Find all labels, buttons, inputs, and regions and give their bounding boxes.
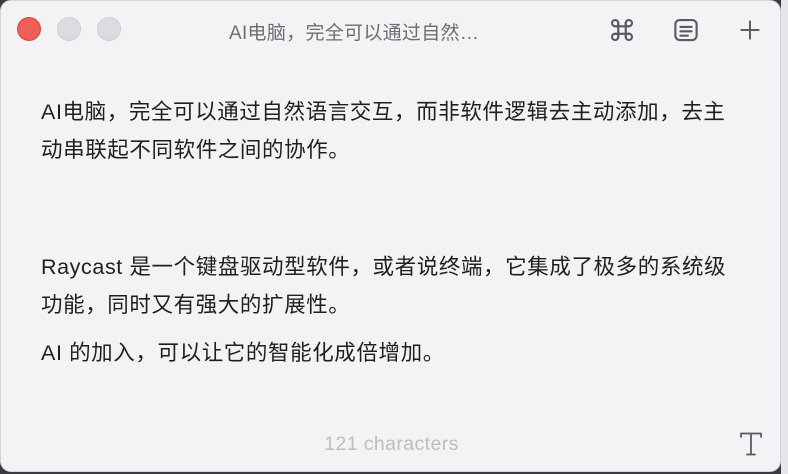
zoom-window-button[interactable] [97, 17, 121, 41]
desktop-edge [781, 0, 788, 474]
note-editor[interactable]: AI电脑，完全可以通过自然语言交互，而非软件逻辑去主动添加，去主动串联起不同软件… [41, 93, 741, 372]
command-icon [610, 18, 634, 42]
note-window: AI电脑，完全可以通过自然… AI电脑，完全可以通过自然语言交互，而非软件逻辑去… [0, 0, 781, 472]
notes-list-icon [674, 18, 698, 42]
window-title: AI电脑，完全可以通过自然… [229, 23, 480, 44]
title-bar[interactable]: AI电脑，完全可以通过自然… [1, 1, 780, 57]
browse-notes-button[interactable] [669, 13, 703, 47]
note-paragraph: Raycast 是一个键盘驱动型软件，或者说终端，它集成了极多的系统级功能，同时… [41, 255, 727, 317]
note-paragraph: AI 的加入，可以让它的智能化成倍增加。 [41, 341, 445, 365]
minimize-window-button[interactable] [57, 17, 81, 41]
plus-icon [740, 20, 760, 40]
command-button[interactable] [605, 13, 639, 47]
note-paragraph: AI电脑，完全可以通过自然语言交互，而非软件逻辑去主动添加，去主动串联起不同软件… [41, 100, 726, 162]
text-format-icon [740, 432, 762, 456]
character-count: 121 characters [324, 433, 459, 455]
text-format-button[interactable] [737, 429, 765, 459]
close-window-button[interactable] [17, 17, 41, 41]
new-note-button[interactable] [733, 13, 767, 47]
